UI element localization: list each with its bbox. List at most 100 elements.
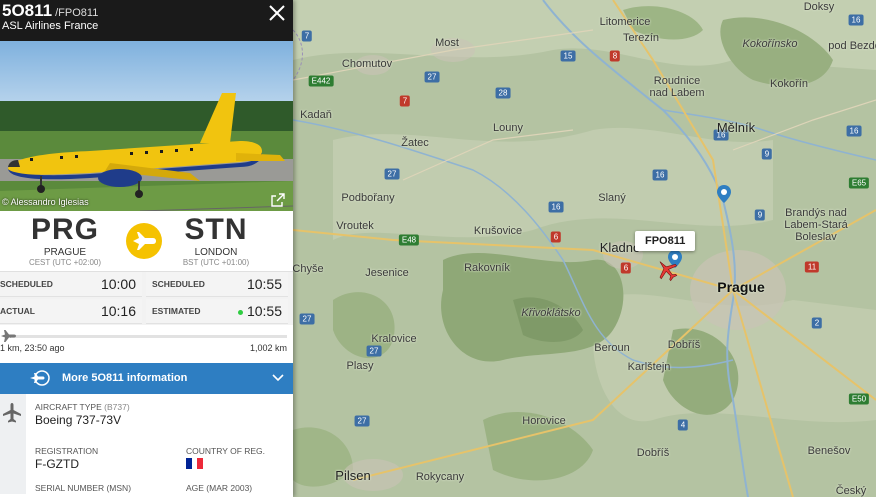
road-shield: 6: [550, 231, 562, 243]
distance-flown: 1 km, 23:50 ago: [0, 343, 65, 353]
aircraft-image: [0, 41, 293, 211]
road-shield: 11: [804, 261, 820, 273]
place-label: Dobříš: [636, 447, 670, 459]
place-label: Pilsen: [335, 468, 371, 483]
place-label: Litomerice: [599, 16, 651, 28]
road-shield: E48: [398, 234, 420, 246]
schedule-table: SCHEDULED 10:00 SCHEDULED 10:55 ACTUAL 1…: [0, 271, 293, 325]
chevron-down-icon: [272, 374, 284, 382]
progress-bar: [10, 335, 287, 338]
place-label: Dobříš: [667, 339, 701, 351]
place-label: Chomutov: [341, 58, 393, 70]
place-label: Rakovník: [464, 262, 510, 274]
more-info-label: More 5O811 information: [62, 372, 188, 384]
road-shield: 27: [354, 415, 370, 427]
aircraft-type-label-row: AIRCRAFT TYPE (B737): [35, 402, 130, 412]
aircraft-icon: [3, 403, 21, 423]
map-flight-label[interactable]: FPO811: [635, 231, 696, 251]
road-shield: E65: [848, 177, 870, 189]
place-label: Brandýs nad Labem-Stará Boleslav: [784, 207, 848, 243]
place-label: Český: [835, 485, 867, 497]
estimated-label: ESTIMATED: [152, 306, 201, 316]
road-shield: 4: [677, 419, 689, 431]
road-shield: 8: [609, 50, 621, 62]
destination-code: STN: [184, 213, 248, 246]
live-status-dot: [237, 309, 243, 315]
place-label: Horovice: [522, 415, 566, 427]
place-label: Kadaň: [300, 109, 332, 121]
distance-remaining: 1,002 km: [249, 343, 287, 353]
road-shield: 9: [754, 209, 766, 221]
more-info-button[interactable]: More 5O811 information: [0, 363, 293, 394]
road-shield: 27: [366, 345, 382, 357]
origin-code: PRG: [30, 213, 99, 246]
route-section: PRG PRAGUE CEST (UTC +02:00) STN LONDON …: [0, 211, 293, 271]
place-label: Most: [435, 37, 459, 49]
place-label: Podbořany: [341, 192, 395, 204]
actual-label: ACTUAL: [0, 306, 35, 316]
close-icon[interactable]: [267, 3, 287, 23]
flight-info-icon: [30, 370, 50, 386]
origin-airport[interactable]: PRG PRAGUE CEST (UTC +02:00): [5, 213, 125, 268]
place-label: Kokořínsko: [742, 38, 798, 50]
panel-header: 5O811/FPO811 ASL Airlines France: [0, 0, 293, 41]
road-shield: 7: [301, 30, 313, 42]
map-terrain: [293, 0, 876, 497]
arrival-estimated-value: 10:55: [237, 303, 282, 319]
place-label: Slaný: [598, 192, 626, 204]
departure-scheduled-time: 10:00: [100, 276, 136, 292]
place-label: Žatec: [401, 137, 429, 149]
place-label: Kokořín: [770, 78, 808, 90]
place-label: Doksy: [803, 1, 835, 13]
scheduled-label: SCHEDULED: [0, 279, 53, 289]
flight-callsign: /FPO811: [55, 7, 99, 19]
place-label: Louny: [493, 122, 523, 134]
place-label: Mělník: [716, 120, 756, 135]
place-label: Karlštejn: [627, 361, 671, 373]
aircraft-type-label: AIRCRAFT TYPE: [35, 402, 102, 412]
france-flag-icon: [186, 458, 204, 469]
road-shield: E50: [848, 393, 870, 405]
registration-label: REGISTRATION: [35, 446, 99, 456]
age-label: AGE (MAR 2003): [186, 483, 253, 493]
road-shield: 16: [848, 14, 864, 26]
road-shield: 9: [761, 148, 773, 160]
road-shield: 27: [299, 313, 315, 325]
destination-timezone: BST (UTC +01:00): [182, 258, 250, 267]
departure-actual-time: 10:16: [100, 303, 136, 319]
expand-photo-icon[interactable]: [271, 193, 285, 207]
place-label: Bělá pod Bezdězem: [828, 40, 876, 52]
aircraft-photo[interactable]: © Alessandro Iglesias: [0, 41, 293, 211]
departure-scheduled-cell: SCHEDULED 10:00: [0, 272, 142, 297]
arrival-estimated-time: 10:55: [246, 303, 282, 319]
road-shield: 16: [652, 169, 668, 181]
place-label: Plasy: [346, 360, 374, 372]
place-label: Chyše: [293, 263, 324, 275]
place-label: Terezín: [622, 32, 660, 44]
flight-number-row: 5O811/FPO811: [2, 1, 98, 21]
place-label: Rokycany: [415, 471, 465, 483]
destination-city: LONDON: [194, 247, 238, 258]
flight-map[interactable]: 7 15 8 27 E442 7 28 16 16 9 16 27 16 E65…: [293, 0, 876, 497]
flight-info-panel: 5O811/FPO811 ASL Airlines France © Aless…: [0, 0, 293, 497]
destination-airport[interactable]: STN LONDON BST (UTC +01:00): [156, 213, 276, 268]
place-label: Beroun: [594, 342, 630, 354]
serial-number-label: SERIAL NUMBER (MSN): [35, 483, 132, 493]
road-shield: 16: [548, 201, 564, 213]
location-pin-icon[interactable]: [717, 185, 731, 203]
aircraft-type-code: (B737): [104, 402, 130, 412]
road-shield: 27: [424, 71, 440, 83]
place-label: Křivoklátsko: [521, 307, 581, 319]
arrival-estimated-cell: ESTIMATED 10:55: [146, 299, 288, 324]
country-label: COUNTRY OF REG.: [186, 446, 266, 456]
airline-name: ASL Airlines France: [2, 20, 99, 32]
arrival-scheduled-cell: SCHEDULED 10:55: [146, 272, 288, 297]
photo-credit[interactable]: © Alessandro Iglesias: [2, 197, 89, 207]
place-label: Vroutek: [336, 220, 374, 232]
flight-progress: 1 km, 23:50 ago 1,002 km: [0, 325, 293, 363]
aircraft-details: AIRCRAFT TYPE (B737) Boeing 737-73V REGI…: [0, 394, 293, 494]
place-label: Benešov: [807, 445, 851, 457]
place-label: Krušovice: [473, 225, 523, 237]
aircraft-marker-icon[interactable]: [655, 258, 679, 282]
road-shield: E442: [308, 75, 334, 87]
